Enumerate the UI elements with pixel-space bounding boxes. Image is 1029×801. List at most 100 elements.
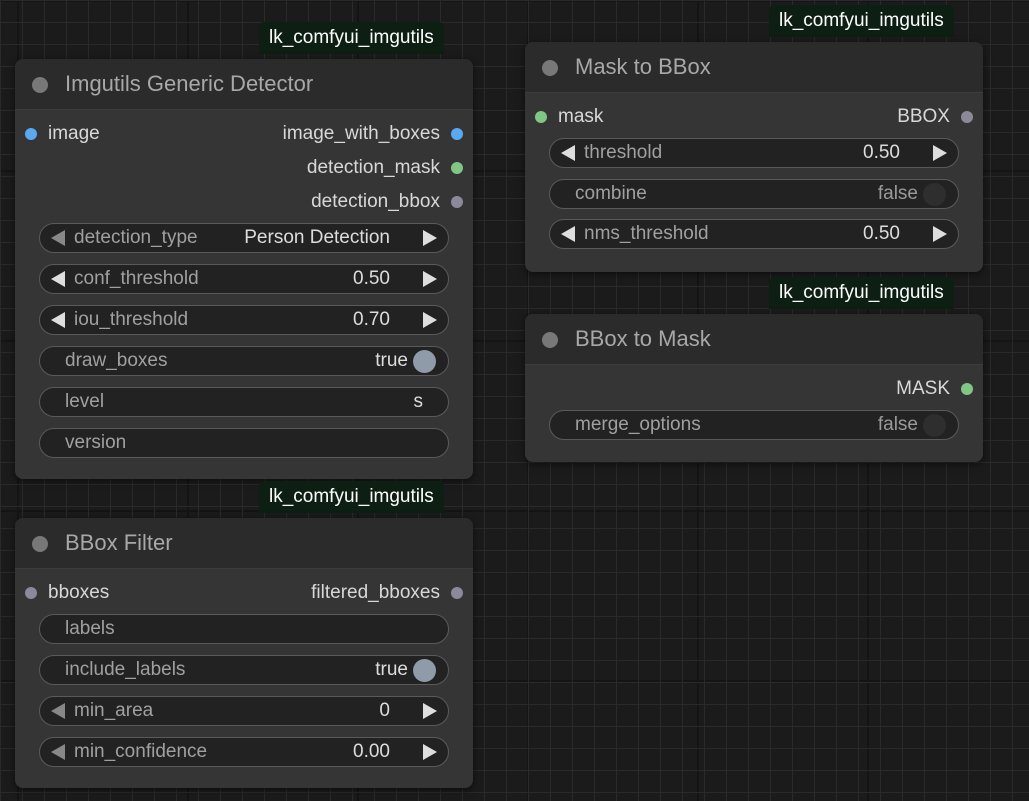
- input-label-mask: mask: [558, 106, 604, 127]
- input-label-bboxes: bboxes: [48, 582, 110, 603]
- input-slot-mask[interactable]: [535, 111, 547, 123]
- widget-label: labels: [65, 618, 115, 639]
- merge-options-toggle[interactable]: merge_options false: [549, 410, 959, 440]
- decrement-arrow-icon[interactable]: [561, 145, 575, 161]
- combine-toggle[interactable]: combine false: [549, 179, 959, 209]
- node-collapse-dot[interactable]: [542, 60, 558, 76]
- slot-row-image: image image_with_boxes: [15, 118, 473, 152]
- output-slot-bbox[interactable]: [961, 111, 973, 123]
- nms-threshold-slider[interactable]: nms_threshold 0.50: [549, 219, 959, 249]
- widget-value: 0.50: [863, 142, 900, 163]
- widget-value: true: [375, 659, 408, 680]
- widget-value: 0.70: [353, 309, 390, 330]
- node-source-badge: lk_comfyui_imgutils: [769, 5, 954, 37]
- input-label-image: image: [48, 123, 100, 144]
- widget-label: min_area: [74, 700, 154, 721]
- node-collapse-dot[interactable]: [32, 77, 48, 93]
- toggle-knob-icon[interactable]: [413, 349, 436, 373]
- increment-arrow-icon[interactable]: [933, 226, 947, 242]
- widget-value: false: [877, 414, 918, 435]
- toggle-knob-icon[interactable]: [923, 182, 946, 206]
- node-bbox-to-mask[interactable]: BBox to Mask MASK merge_options false: [525, 314, 983, 462]
- widget-label: min_confidence: [74, 741, 208, 762]
- widget-value: s: [413, 391, 424, 412]
- increment-arrow-icon[interactable]: [423, 312, 437, 328]
- input-slot-bboxes[interactable]: [25, 587, 37, 599]
- output-label-detection-mask: detection_mask: [306, 157, 440, 178]
- toggle-knob-icon[interactable]: [413, 658, 436, 682]
- output-slot-image-with-boxes[interactable]: [451, 128, 463, 140]
- output-label-mask: MASK: [896, 378, 950, 399]
- widget-value: true: [375, 350, 408, 371]
- slot-row-mask-output: MASK: [525, 373, 983, 407]
- output-slot-filtered-bboxes[interactable]: [451, 587, 463, 599]
- decrement-arrow-icon[interactable]: [561, 226, 575, 242]
- output-slot-detection-bbox[interactable]: [451, 196, 463, 208]
- widget-value: 0: [379, 700, 390, 721]
- version-text-field[interactable]: version: [39, 428, 449, 458]
- node-source-badge: lk_comfyui_imgutils: [259, 481, 444, 513]
- widget-label: version: [65, 432, 127, 453]
- output-slot-detection-mask[interactable]: [451, 162, 463, 174]
- decrement-arrow-icon[interactable]: [51, 312, 65, 328]
- iou-threshold-slider[interactable]: iou_threshold 0.70: [39, 305, 449, 335]
- node-header[interactable]: Mask to BBox: [525, 42, 983, 93]
- widget-label: level: [65, 391, 105, 412]
- detection-type-combo[interactable]: detection_type Person Detection: [39, 223, 449, 253]
- node-title: Mask to BBox: [575, 54, 711, 79]
- node-mask-to-bbox[interactable]: Mask to BBox mask BBOX threshold 0.50 co…: [525, 42, 983, 272]
- decrement-arrow-icon[interactable]: [51, 230, 65, 246]
- decrement-arrow-icon[interactable]: [51, 703, 65, 719]
- conf-threshold-slider[interactable]: conf_threshold 0.50: [39, 264, 449, 294]
- widget-value: Person Detection: [244, 227, 390, 248]
- min-confidence-slider[interactable]: min_confidence 0.00: [39, 737, 449, 767]
- increment-arrow-icon[interactable]: [423, 703, 437, 719]
- node-imgutils-generic-detector[interactable]: Imgutils Generic Detector image image_wi…: [15, 59, 473, 479]
- threshold-slider[interactable]: threshold 0.50: [549, 138, 959, 168]
- include-labels-toggle[interactable]: include_labels true: [39, 655, 449, 685]
- widget-label: include_labels: [65, 659, 186, 680]
- output-label-filtered-bboxes: filtered_bboxes: [311, 582, 440, 603]
- node-title: BBox to Mask: [575, 326, 711, 351]
- widget-label: combine: [575, 183, 647, 204]
- widget-value: 0.00: [353, 741, 390, 762]
- min-area-slider[interactable]: min_area 0: [39, 696, 449, 726]
- input-slot-image[interactable]: [25, 128, 37, 140]
- output-slot-mask[interactable]: [961, 383, 973, 395]
- node-title: BBox Filter: [65, 530, 173, 555]
- decrement-arrow-icon[interactable]: [51, 744, 65, 760]
- widget-label: merge_options: [575, 414, 701, 435]
- node-bbox-filter[interactable]: BBox Filter bboxes filtered_bboxes label…: [15, 518, 473, 788]
- draw-boxes-toggle[interactable]: draw_boxes true: [39, 346, 449, 376]
- slot-row-mask: mask BBOX: [525, 101, 983, 135]
- widget-value: false: [877, 183, 918, 204]
- node-title: Imgutils Generic Detector: [65, 71, 314, 96]
- output-label-bbox: BBOX: [897, 106, 950, 127]
- node-header[interactable]: BBox Filter: [15, 518, 473, 569]
- level-combo[interactable]: level s: [39, 387, 449, 417]
- widget-label: threshold: [584, 142, 663, 163]
- increment-arrow-icon[interactable]: [423, 744, 437, 760]
- increment-arrow-icon[interactable]: [933, 145, 947, 161]
- node-header[interactable]: BBox to Mask: [525, 314, 983, 365]
- widget-label: iou_threshold: [74, 309, 189, 330]
- labels-text-field[interactable]: labels: [39, 614, 449, 644]
- node-source-badge: lk_comfyui_imgutils: [259, 22, 444, 54]
- node-collapse-dot[interactable]: [542, 332, 558, 348]
- slot-row-bboxes: bboxes filtered_bboxes: [15, 577, 473, 611]
- node-header[interactable]: Imgutils Generic Detector: [15, 59, 473, 110]
- widget-label: draw_boxes: [65, 350, 168, 371]
- widget-label: nms_threshold: [584, 223, 709, 244]
- increment-arrow-icon[interactable]: [423, 271, 437, 287]
- increment-arrow-icon[interactable]: [423, 230, 437, 246]
- widget-value: 0.50: [863, 223, 900, 244]
- slot-row-detection-bbox: detection_bbox: [15, 186, 473, 220]
- decrement-arrow-icon[interactable]: [51, 271, 65, 287]
- output-label-detection-bbox: detection_bbox: [311, 191, 440, 212]
- widget-value: 0.50: [353, 268, 390, 289]
- toggle-knob-icon[interactable]: [923, 413, 946, 437]
- output-label-image-with-boxes: image_with_boxes: [282, 123, 440, 144]
- widget-label: detection_type: [74, 227, 198, 248]
- node-collapse-dot[interactable]: [32, 536, 48, 552]
- node-source-badge: lk_comfyui_imgutils: [769, 277, 954, 309]
